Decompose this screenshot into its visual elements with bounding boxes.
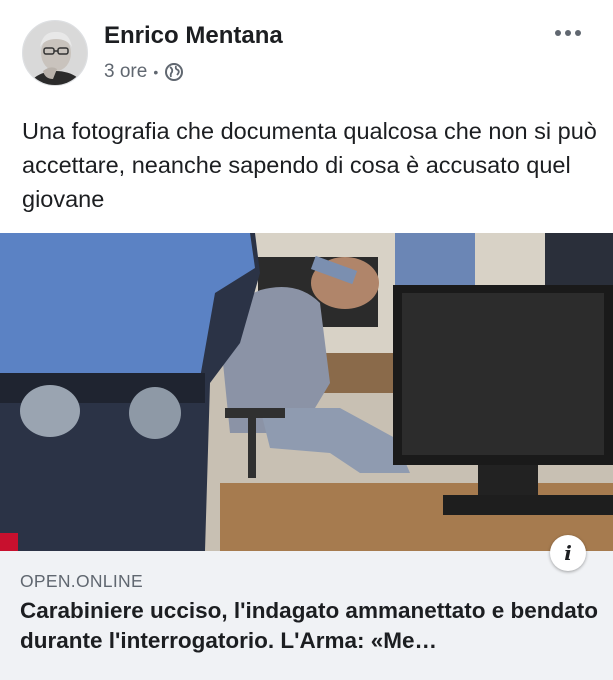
more-horizontal-icon <box>565 30 571 36</box>
author-name[interactable]: Enrico Mentana <box>104 22 283 50</box>
author-avatar[interactable] <box>22 20 88 86</box>
more-horizontal-icon <box>575 30 581 36</box>
post-photo[interactable] <box>0 233 613 551</box>
post-meta: 3 ore • <box>104 60 184 84</box>
link-domain: OPEN.ONLINE <box>20 571 143 591</box>
meta-separator: • <box>153 64 159 80</box>
info-icon[interactable]: i <box>550 535 586 571</box>
avatar-image <box>23 21 87 85</box>
link-title[interactable]: Carabiniere ucciso, l'indagato ammanetta… <box>20 596 598 656</box>
more-options-button[interactable] <box>548 22 588 44</box>
link-preview[interactable]: OPEN.ONLINE Carabiniere ucciso, l'indaga… <box>0 551 613 680</box>
post-timestamp[interactable]: 3 ore <box>104 61 147 83</box>
post-header: Enrico Mentana 3 ore • <box>0 0 613 100</box>
post-photo-image <box>0 233 613 551</box>
globe-icon[interactable] <box>164 62 184 82</box>
post-text: Una fotografia che documenta qualcosa ch… <box>22 118 597 212</box>
more-horizontal-icon <box>555 30 561 36</box>
